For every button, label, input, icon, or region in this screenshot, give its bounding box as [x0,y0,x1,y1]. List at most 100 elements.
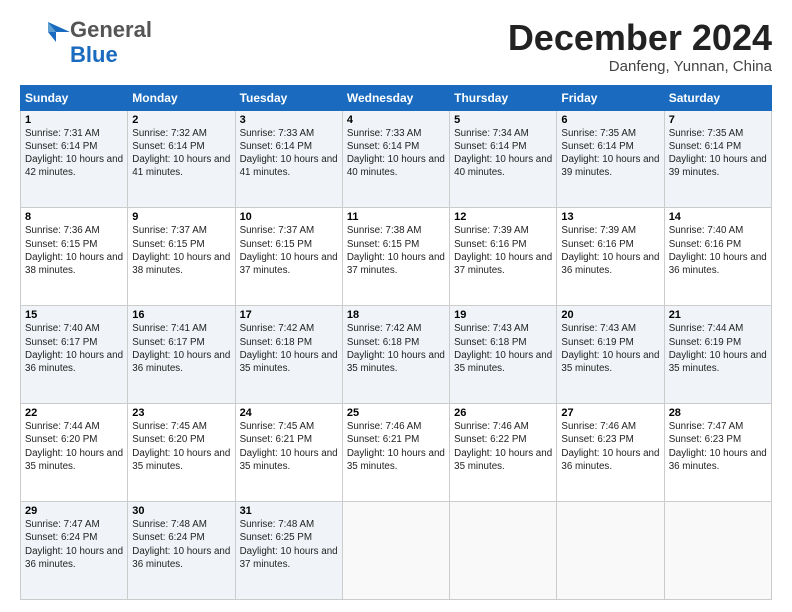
calendar-day-cell [450,502,557,600]
logo-general: General [70,17,152,42]
location: Danfeng, Yunnan, China [508,58,772,75]
calendar-day-cell: 12Sunrise: 7:39 AMSunset: 6:16 PMDayligh… [450,208,557,306]
day-of-week-header: Monday [128,85,235,110]
calendar-week-row: 1Sunrise: 7:31 AMSunset: 6:14 PMDaylight… [21,110,772,208]
calendar-day-cell: 20Sunrise: 7:43 AMSunset: 6:19 PMDayligh… [557,306,664,404]
day-number: 19 [454,309,552,321]
day-info: Sunrise: 7:39 AMSunset: 6:16 PMDaylight:… [454,224,552,277]
day-number: 26 [454,407,552,419]
day-number: 28 [669,407,767,419]
logo-icon [20,18,70,62]
day-info: Sunrise: 7:37 AMSunset: 6:15 PMDaylight:… [132,224,230,277]
day-of-week-header: Tuesday [235,85,342,110]
day-info: Sunrise: 7:44 AMSunset: 6:19 PMDaylight:… [669,322,767,375]
day-number: 5 [454,114,552,126]
day-number: 29 [25,505,123,517]
day-info: Sunrise: 7:46 AMSunset: 6:21 PMDaylight:… [347,420,445,473]
calendar-day-cell: 21Sunrise: 7:44 AMSunset: 6:19 PMDayligh… [664,306,771,404]
calendar-day-cell: 13Sunrise: 7:39 AMSunset: 6:16 PMDayligh… [557,208,664,306]
calendar-day-cell: 26Sunrise: 7:46 AMSunset: 6:22 PMDayligh… [450,404,557,502]
day-info: Sunrise: 7:46 AMSunset: 6:23 PMDaylight:… [561,420,659,473]
calendar-day-cell: 25Sunrise: 7:46 AMSunset: 6:21 PMDayligh… [342,404,449,502]
calendar-day-cell: 15Sunrise: 7:40 AMSunset: 6:17 PMDayligh… [21,306,128,404]
calendar-day-cell: 6Sunrise: 7:35 AMSunset: 6:14 PMDaylight… [557,110,664,208]
calendar-day-cell: 17Sunrise: 7:42 AMSunset: 6:18 PMDayligh… [235,306,342,404]
day-number: 13 [561,211,659,223]
calendar-day-cell: 19Sunrise: 7:43 AMSunset: 6:18 PMDayligh… [450,306,557,404]
day-info: Sunrise: 7:35 AMSunset: 6:14 PMDaylight:… [669,127,767,180]
calendar-day-cell: 14Sunrise: 7:40 AMSunset: 6:16 PMDayligh… [664,208,771,306]
header: General Blue December 2024 Danfeng, Yunn… [20,18,772,75]
day-number: 23 [132,407,230,419]
day-number: 25 [347,407,445,419]
day-number: 2 [132,114,230,126]
calendar-day-cell: 1Sunrise: 7:31 AMSunset: 6:14 PMDaylight… [21,110,128,208]
day-info: Sunrise: 7:31 AMSunset: 6:14 PMDaylight:… [25,127,123,180]
calendar-day-cell: 28Sunrise: 7:47 AMSunset: 6:23 PMDayligh… [664,404,771,502]
calendar-day-cell: 27Sunrise: 7:46 AMSunset: 6:23 PMDayligh… [557,404,664,502]
calendar-day-cell: 23Sunrise: 7:45 AMSunset: 6:20 PMDayligh… [128,404,235,502]
title-block: December 2024 Danfeng, Yunnan, China [508,18,772,75]
calendar-day-cell: 11Sunrise: 7:38 AMSunset: 6:15 PMDayligh… [342,208,449,306]
calendar-day-cell: 16Sunrise: 7:41 AMSunset: 6:17 PMDayligh… [128,306,235,404]
calendar-week-row: 22Sunrise: 7:44 AMSunset: 6:20 PMDayligh… [21,404,772,502]
day-info: Sunrise: 7:40 AMSunset: 6:17 PMDaylight:… [25,322,123,375]
day-info: Sunrise: 7:36 AMSunset: 6:15 PMDaylight:… [25,224,123,277]
day-number: 24 [240,407,338,419]
logo-blue: Blue [70,42,118,67]
day-info: Sunrise: 7:34 AMSunset: 6:14 PMDaylight:… [454,127,552,180]
day-number: 27 [561,407,659,419]
calendar-body: 1Sunrise: 7:31 AMSunset: 6:14 PMDaylight… [21,110,772,599]
day-number: 9 [132,211,230,223]
calendar-day-cell: 24Sunrise: 7:45 AMSunset: 6:21 PMDayligh… [235,404,342,502]
calendar-week-row: 15Sunrise: 7:40 AMSunset: 6:17 PMDayligh… [21,306,772,404]
calendar-day-cell [557,502,664,600]
day-info: Sunrise: 7:37 AMSunset: 6:15 PMDaylight:… [240,224,338,277]
day-info: Sunrise: 7:48 AMSunset: 6:24 PMDaylight:… [132,518,230,571]
day-info: Sunrise: 7:44 AMSunset: 6:20 PMDaylight:… [25,420,123,473]
calendar-day-cell: 9Sunrise: 7:37 AMSunset: 6:15 PMDaylight… [128,208,235,306]
day-number: 14 [669,211,767,223]
day-number: 21 [669,309,767,321]
logo-text-block: General Blue [70,18,152,66]
day-info: Sunrise: 7:43 AMSunset: 6:19 PMDaylight:… [561,322,659,375]
day-number: 8 [25,211,123,223]
day-info: Sunrise: 7:47 AMSunset: 6:23 PMDaylight:… [669,420,767,473]
day-number: 16 [132,309,230,321]
day-number: 7 [669,114,767,126]
calendar-day-cell: 3Sunrise: 7:33 AMSunset: 6:14 PMDaylight… [235,110,342,208]
day-info: Sunrise: 7:33 AMSunset: 6:14 PMDaylight:… [240,127,338,180]
calendar-day-cell: 8Sunrise: 7:36 AMSunset: 6:15 PMDaylight… [21,208,128,306]
day-number: 3 [240,114,338,126]
calendar-day-cell: 10Sunrise: 7:37 AMSunset: 6:15 PMDayligh… [235,208,342,306]
day-number: 18 [347,309,445,321]
day-info: Sunrise: 7:40 AMSunset: 6:16 PMDaylight:… [669,224,767,277]
day-info: Sunrise: 7:35 AMSunset: 6:14 PMDaylight:… [561,127,659,180]
day-number: 22 [25,407,123,419]
day-info: Sunrise: 7:45 AMSunset: 6:21 PMDaylight:… [240,420,338,473]
calendar-day-cell: 5Sunrise: 7:34 AMSunset: 6:14 PMDaylight… [450,110,557,208]
day-info: Sunrise: 7:38 AMSunset: 6:15 PMDaylight:… [347,224,445,277]
day-of-week-header: Sunday [21,85,128,110]
calendar-day-cell: 4Sunrise: 7:33 AMSunset: 6:14 PMDaylight… [342,110,449,208]
day-number: 15 [25,309,123,321]
day-of-week-header: Friday [557,85,664,110]
calendar-table: SundayMondayTuesdayWednesdayThursdayFrid… [20,85,772,600]
day-info: Sunrise: 7:42 AMSunset: 6:18 PMDaylight:… [240,322,338,375]
calendar-day-cell: 22Sunrise: 7:44 AMSunset: 6:20 PMDayligh… [21,404,128,502]
day-info: Sunrise: 7:46 AMSunset: 6:22 PMDaylight:… [454,420,552,473]
page: General Blue December 2024 Danfeng, Yunn… [0,0,792,612]
day-info: Sunrise: 7:41 AMSunset: 6:17 PMDaylight:… [132,322,230,375]
day-info: Sunrise: 7:33 AMSunset: 6:14 PMDaylight:… [347,127,445,180]
day-number: 30 [132,505,230,517]
day-number: 1 [25,114,123,126]
day-number: 12 [454,211,552,223]
day-number: 11 [347,211,445,223]
calendar-day-cell: 18Sunrise: 7:42 AMSunset: 6:18 PMDayligh… [342,306,449,404]
calendar-day-cell: 31Sunrise: 7:48 AMSunset: 6:25 PMDayligh… [235,502,342,600]
calendar-day-cell [664,502,771,600]
day-info: Sunrise: 7:43 AMSunset: 6:18 PMDaylight:… [454,322,552,375]
calendar-week-row: 29Sunrise: 7:47 AMSunset: 6:24 PMDayligh… [21,502,772,600]
day-number: 6 [561,114,659,126]
logo-brand: General Blue [70,18,152,66]
